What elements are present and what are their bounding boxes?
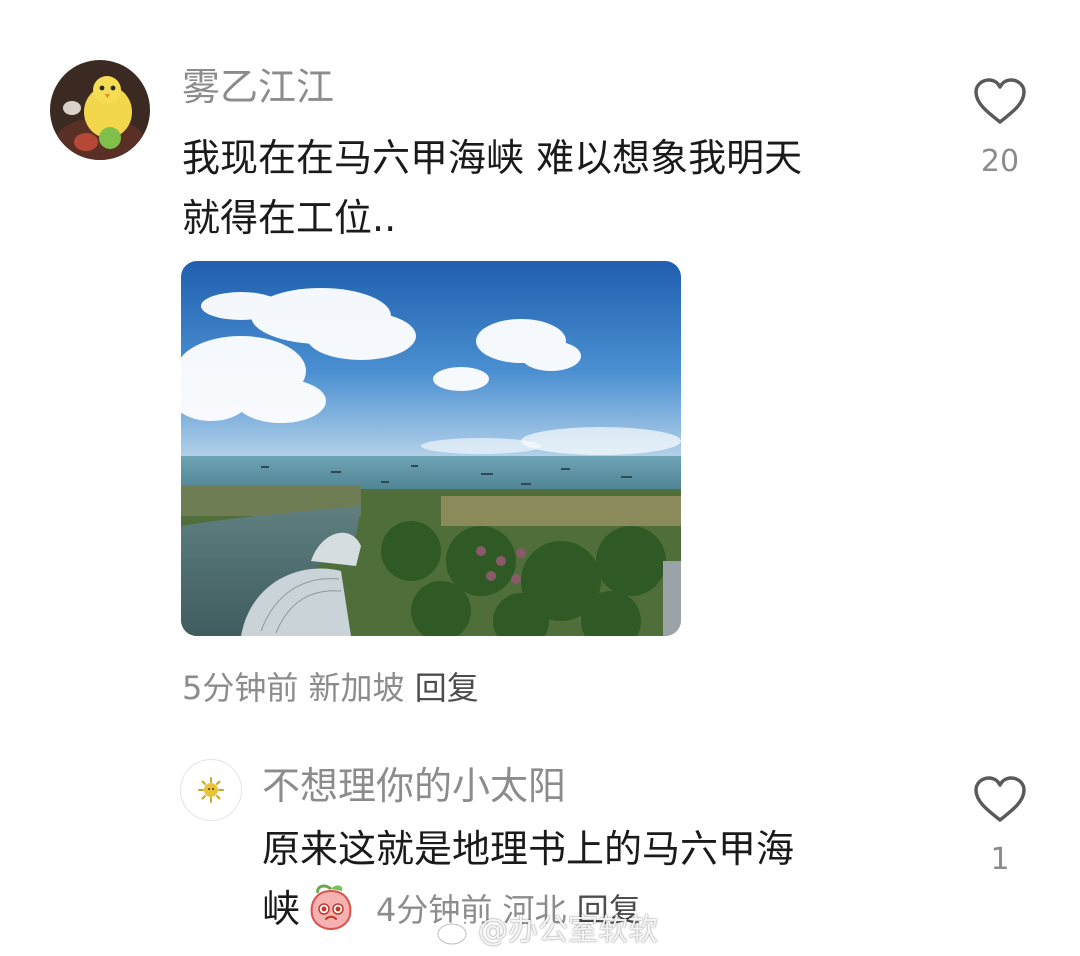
- comment-text-line: 峡: [262, 887, 301, 931]
- like-count: 20: [980, 144, 1020, 179]
- emoji-icon: [310, 884, 352, 931]
- heart-icon: [974, 776, 1026, 822]
- comment-photo[interactable]: [181, 261, 681, 636]
- weibo-logo-icon: [436, 918, 473, 946]
- comment-username[interactable]: 不想理你的小太阳: [262, 764, 566, 808]
- sun-avatar-image: [198, 777, 224, 803]
- comment-text-line: 我现在在马六甲海峡 难以想象我明天: [182, 136, 803, 180]
- comment-text-line: 就得在工位..: [182, 196, 397, 240]
- crying-peach-emoji: [306, 881, 356, 931]
- avatar[interactable]: [50, 60, 150, 160]
- avatar[interactable]: [180, 759, 242, 821]
- comment-time: 5分钟前: [182, 669, 299, 707]
- chick-avatar-image: [50, 60, 150, 160]
- singapore-strait-photo: [181, 261, 681, 636]
- like-button[interactable]: [972, 76, 1028, 130]
- like-button[interactable]: [972, 774, 1028, 828]
- comment-text-line: 原来这就是地理书上的马六甲海: [262, 827, 795, 871]
- comment-meta: 5分钟前 新加坡 回复: [182, 668, 479, 708]
- watermark: @办公室软软: [436, 913, 658, 949]
- comment-location: 新加坡: [308, 669, 405, 707]
- like-count: 1: [990, 842, 1010, 877]
- watermark-text: @办公室软软: [478, 913, 658, 948]
- comment-username[interactable]: 雾乙江江: [182, 65, 334, 109]
- heart-icon: [974, 78, 1026, 124]
- reply-button[interactable]: 回复: [415, 669, 479, 707]
